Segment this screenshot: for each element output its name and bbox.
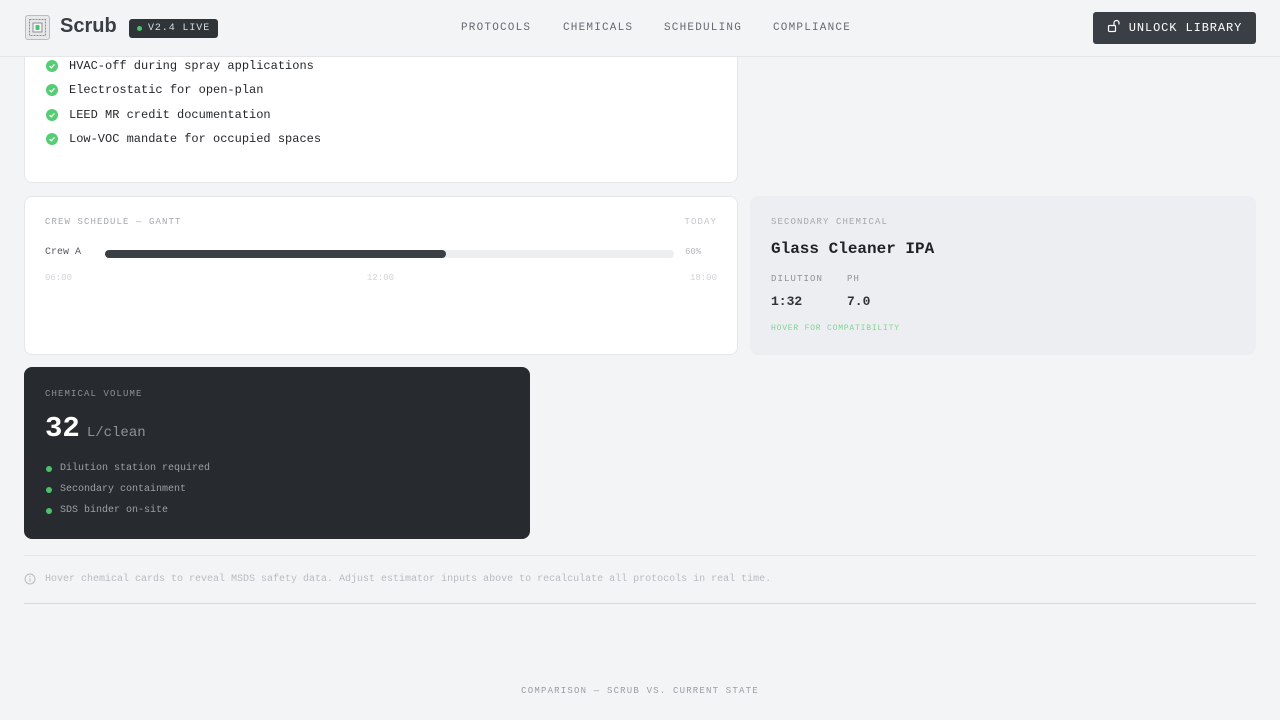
nav-protocols[interactable]: PROTOCOLS — [461, 22, 531, 34]
nav-scheduling[interactable]: SCHEDULING — [664, 22, 742, 34]
requirement-item: Electrostatic for open-plan — [46, 83, 263, 97]
crew-schedule-card: CREW SCHEDULE — GANTT TODAY Crew A 60% 0… — [24, 196, 738, 355]
ph-label: PH — [847, 274, 861, 284]
volume-item-text: Secondary containment — [60, 484, 187, 495]
requirement-item: LEED MR credit documentation — [46, 108, 271, 122]
requirement-item: Low-VOC mandate for occupied spaces — [46, 132, 321, 146]
chemical-volume-card: CHEMICAL VOLUME 32 L/clean Dilution stat… — [24, 367, 530, 539]
crew-progress-fill — [105, 250, 447, 258]
divider — [24, 555, 1256, 556]
unlock-library-label: UNLOCK LIBRARY — [1128, 21, 1243, 35]
volume-item-text: Dilution station required — [60, 463, 211, 474]
help-note-text: Hover chemical cards to reveal MSDS safe… — [45, 573, 772, 585]
volume-unit: L/clean — [86, 425, 146, 441]
volume-value: 32 — [45, 412, 80, 445]
crew-progress-track — [105, 250, 674, 258]
volume-item: Dilution station required — [46, 463, 210, 474]
chemical-name: Glass Cleaner IPA — [771, 240, 935, 258]
bullet-dot-icon — [46, 507, 52, 514]
requirement-text: Low-VOC mandate for occupied spaces — [69, 132, 322, 146]
requirements-card: HVAC-off during spray applications Elect… — [24, 40, 738, 183]
nav-compliance[interactable]: COMPLIANCE — [773, 22, 851, 34]
nav-chemicals[interactable]: CHEMICALS — [563, 22, 633, 34]
help-note: Hover chemical cards to reveal MSDS safe… — [24, 573, 771, 585]
volume-item: Secondary containment — [46, 484, 186, 495]
today-label[interactable]: TODAY — [684, 217, 717, 227]
progress-label: 60% — [685, 247, 702, 257]
requirement-item: HVAC-off during spray applications — [46, 59, 314, 73]
version-badge: V2.4 LIVE — [129, 19, 219, 38]
check-icon — [46, 60, 58, 72]
time-end: 18:00 — [689, 273, 717, 283]
requirement-text: HVAC-off during spray applications — [69, 59, 314, 73]
dilution-value: 1:32 — [771, 294, 803, 309]
top-header: Scrub V2.4 LIVE PROTOCOLS CHEMICALS SCHE… — [0, 0, 1280, 57]
time-mid: 12:00 — [367, 273, 395, 283]
requirement-text: LEED MR credit documentation — [69, 108, 271, 122]
requirement-text: Electrostatic for open-plan — [69, 83, 264, 97]
bullet-dot-icon — [46, 486, 52, 493]
comparison-heading: COMPARISON — SCRUB VS. CURRENT STATE — [521, 686, 759, 696]
unlock-library-button[interactable]: UNLOCK LIBRARY — [1093, 12, 1256, 44]
ph-value: 7.0 — [847, 294, 871, 309]
volume-readout: 32 L/clean — [45, 412, 146, 445]
gantt-title: CREW SCHEDULE — GANTT — [45, 217, 182, 227]
dilution-label: DILUTION — [771, 274, 824, 284]
bullet-dot-icon — [46, 465, 52, 472]
check-icon — [46, 84, 58, 96]
logo-icon[interactable] — [25, 15, 50, 40]
unlock-icon — [1107, 19, 1121, 37]
info-icon — [24, 573, 36, 585]
check-icon — [46, 109, 58, 121]
volume-item-text: SDS binder on-site — [60, 505, 169, 516]
compatibility-hint: HOVER FOR COMPATIBILITY — [771, 324, 900, 333]
secondary-chemical-card[interactable]: SECONDARY CHEMICAL Glass Cleaner IPA DIL… — [750, 196, 1256, 355]
volume-item: SDS binder on-site — [46, 505, 168, 516]
secondary-chemical-label: SECONDARY CHEMICAL — [771, 217, 889, 227]
time-start: 06:00 — [45, 273, 73, 283]
crew-label: Crew A — [45, 247, 82, 258]
brand-name[interactable]: Scrub — [60, 15, 117, 38]
divider — [24, 603, 1256, 604]
check-icon — [46, 133, 58, 145]
volume-label: CHEMICAL VOLUME — [45, 389, 143, 399]
